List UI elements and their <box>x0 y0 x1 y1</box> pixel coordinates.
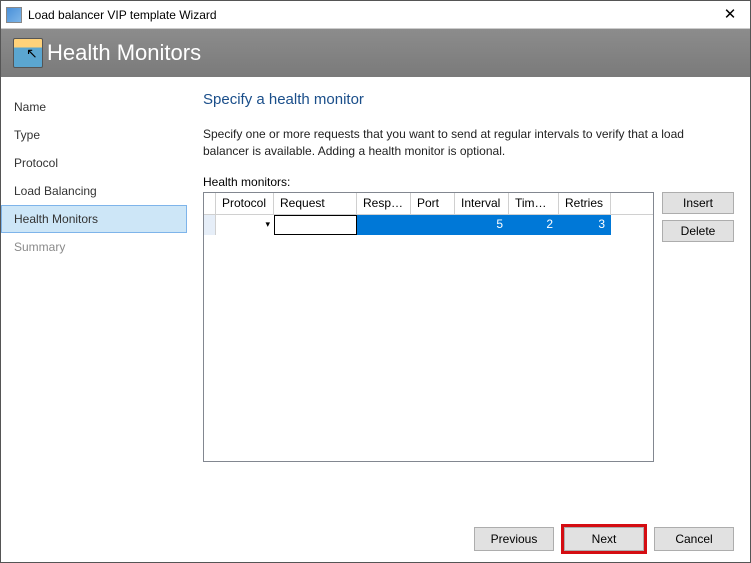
wizard-nav: Name Type Protocol Load Balancing Health… <box>1 77 187 516</box>
cell-response[interactable] <box>357 215 411 235</box>
nav-item-protocol[interactable]: Protocol <box>1 149 187 177</box>
window-title: Load balancer VIP template Wizard <box>28 8 710 22</box>
wizard-header: ↖ Health Monitors <box>1 29 750 77</box>
nav-item-name[interactable]: Name <box>1 93 187 121</box>
page-title: Health Monitors <box>47 40 201 66</box>
col-response[interactable]: Respo... <box>357 193 411 214</box>
cell-timeout[interactable]: 2 <box>509 215 559 235</box>
wizard-footer: Previous Next Cancel <box>1 516 750 562</box>
titlebar: Load balancer VIP template Wizard ✕ <box>1 1 750 29</box>
content-heading: Specify a health monitor <box>203 91 734 108</box>
chevron-down-icon[interactable]: ▾ <box>265 219 270 230</box>
col-protocol[interactable]: Protocol <box>216 193 274 214</box>
grid-side-buttons: Insert Delete <box>662 192 734 242</box>
grid-header: Protocol Request Respo... Port Interval … <box>204 193 653 215</box>
page-icon: ↖ <box>13 38 43 68</box>
col-timeout[interactable]: Time-... <box>509 193 559 214</box>
insert-button[interactable]: Insert <box>662 192 734 214</box>
grid-data-row[interactable]: ▾ 5 2 3 <box>204 215 653 235</box>
grid-row: Protocol Request Respo... Port Interval … <box>203 192 734 462</box>
content-description: Specify one or more requests that you wa… <box>203 126 723 161</box>
wizard-body: Name Type Protocol Load Balancing Health… <box>1 77 750 516</box>
grid-label: Health monitors: <box>203 175 734 189</box>
app-icon <box>6 7 22 23</box>
col-interval[interactable]: Interval <box>455 193 509 214</box>
row-handle-header <box>204 193 216 214</box>
nav-item-type[interactable]: Type <box>1 121 187 149</box>
next-button[interactable]: Next <box>564 527 644 551</box>
cell-retries[interactable]: 3 <box>559 215 611 235</box>
cell-protocol[interactable]: ▾ <box>216 215 274 235</box>
nav-item-health-monitors[interactable]: Health Monitors <box>1 205 187 233</box>
nav-item-load-balancing[interactable]: Load Balancing <box>1 177 187 205</box>
cell-interval[interactable]: 5 <box>455 215 509 235</box>
row-handle[interactable] <box>204 215 216 235</box>
close-button[interactable]: ✕ <box>710 1 750 28</box>
wizard-content: Specify a health monitor Specify one or … <box>187 77 750 516</box>
col-port[interactable]: Port <box>411 193 455 214</box>
cancel-button[interactable]: Cancel <box>654 527 734 551</box>
request-input[interactable] <box>275 216 356 234</box>
nav-item-summary: Summary <box>1 233 187 261</box>
col-request[interactable]: Request <box>274 193 357 214</box>
cell-request[interactable] <box>274 215 357 235</box>
col-retries[interactable]: Retries <box>559 193 611 214</box>
previous-button[interactable]: Previous <box>474 527 554 551</box>
cursor-icon: ↖ <box>26 45 38 62</box>
health-monitors-grid[interactable]: Protocol Request Respo... Port Interval … <box>203 192 654 462</box>
delete-button[interactable]: Delete <box>662 220 734 242</box>
cell-port[interactable] <box>411 215 455 235</box>
wizard-window: Load balancer VIP template Wizard ✕ ↖ He… <box>0 0 751 563</box>
